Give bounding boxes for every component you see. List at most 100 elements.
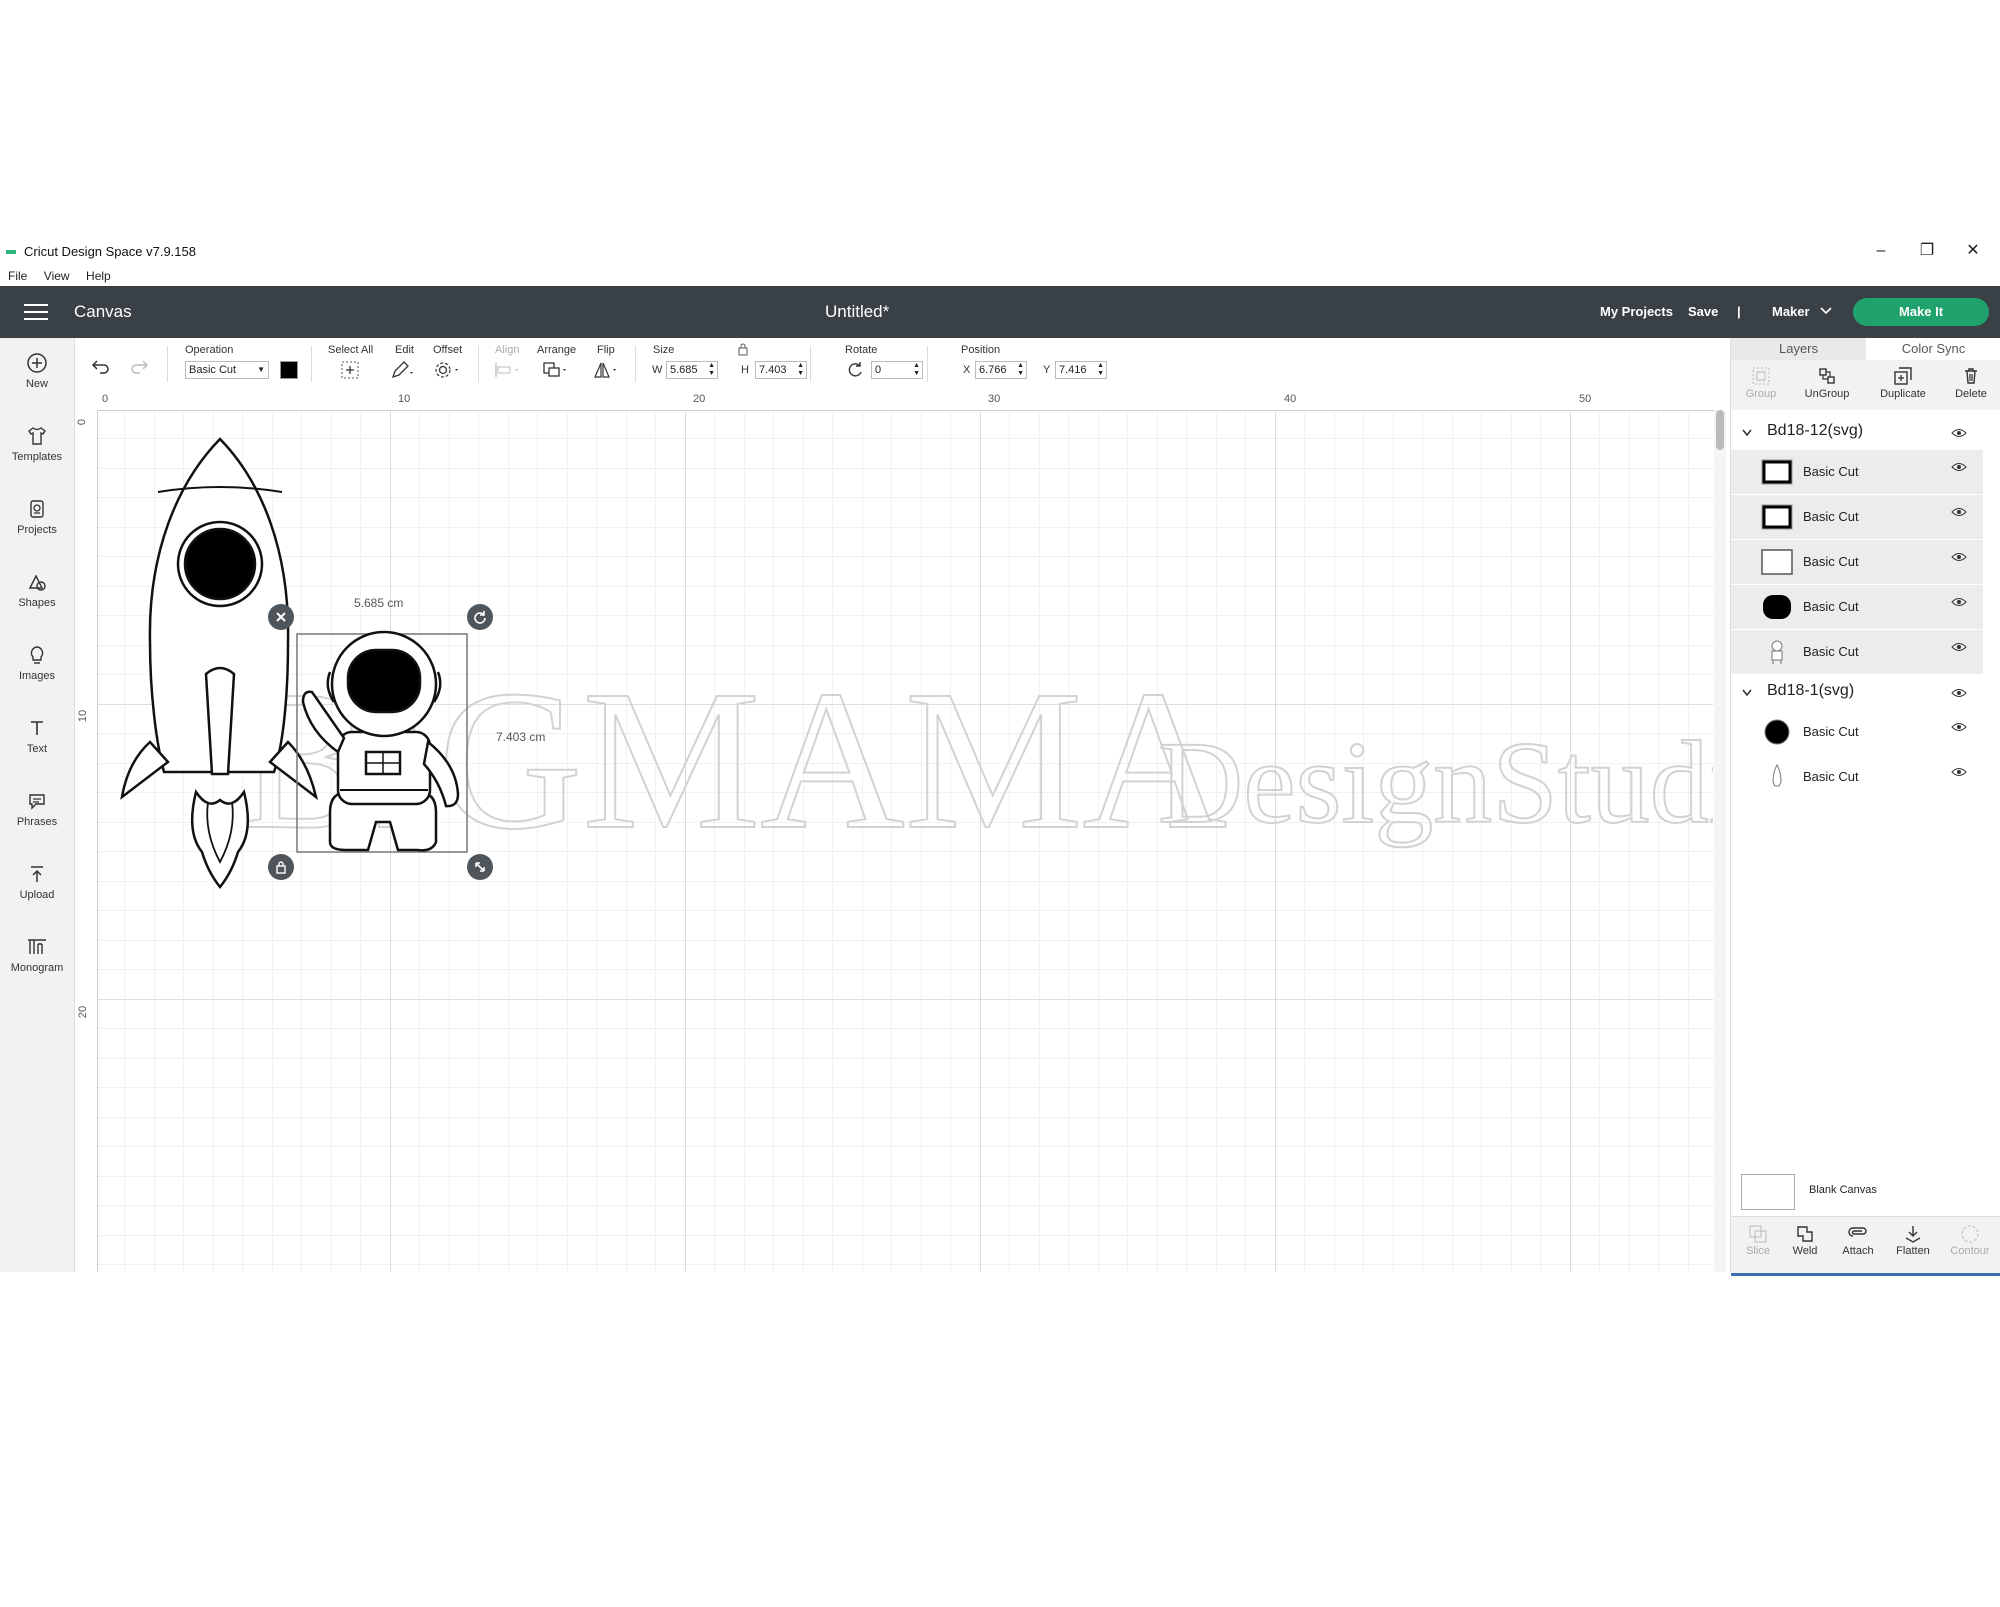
menu-file[interactable]: File [8,269,27,283]
offset-icon[interactable] [433,360,463,380]
sidebar-item-upload[interactable]: Upload [0,861,74,901]
layer-row[interactable]: Basic Cut [1731,450,1983,495]
sidebar-item-templates[interactable]: Templates [0,423,74,463]
left-sidebar: New Templates Projects Shapes Images Tex… [0,338,75,1272]
lock-icon[interactable] [737,342,749,356]
height-input[interactable]: 7.403 ▲ ▼ [755,361,807,379]
layer-group[interactable]: Bd18-12(svg) [1731,416,1981,450]
layer-row[interactable]: Basic Cut [1731,755,1983,800]
ruler-top: 0 10 20 30 40 50 [98,390,1718,411]
sidebar-item-projects[interactable]: Projects [0,496,74,536]
my-projects-button[interactable]: My Projects [1600,304,1673,319]
layer-row[interactable]: Basic Cut [1731,585,1983,630]
layer-row[interactable]: Basic Cut [1731,630,1983,675]
select-all-icon[interactable] [340,360,360,380]
slice-label: Slice [1746,1245,1770,1257]
machine-label: Maker [1772,304,1810,319]
weld-button[interactable]: Weld [1778,1223,1832,1257]
edit-label: Edit [395,344,414,356]
eye-icon[interactable] [1951,552,1967,562]
save-button[interactable]: Save [1688,304,1718,319]
tab-layers[interactable]: Layers [1731,338,1866,360]
restore-button[interactable]: ❐ [1904,236,1950,266]
operation-color-swatch[interactable] [280,361,298,379]
sidebar-item-label: Templates [11,451,63,463]
group-button[interactable]: Group [1731,364,1791,400]
operation-select[interactable]: Basic Cut ▼ [185,361,269,379]
app-header: Canvas Untitled* My Projects Save | Make… [0,286,2000,338]
eye-icon[interactable] [1951,722,1967,732]
layer-row[interactable]: Basic Cut [1731,495,1983,540]
width-input[interactable]: 5.685 ▲ ▼ [666,361,718,379]
y-position-input[interactable]: 7.416 ▲ ▼ [1055,361,1107,379]
pencil-icon[interactable] [390,360,416,380]
rotate-label: Rotate [845,344,878,356]
tab-color-sync[interactable]: Color Sync [1866,338,2000,360]
rotate-handle[interactable] [467,604,493,630]
layer-thumbnail [1761,549,1793,575]
sidebar-item-monogram[interactable]: Monogram [0,934,74,974]
width-value: 5.685 [670,364,698,376]
canvas-scrollbar[interactable] [1714,410,1726,1272]
hamburger-menu-icon[interactable] [24,304,48,320]
canvas-grid: BIGMAMA DesignStudio [98,412,1713,1272]
scrollbar-thumb[interactable] [1716,410,1724,450]
make-it-button[interactable]: Make It [1853,298,1989,326]
contour-icon [1943,1223,1997,1245]
align-label: Align [495,344,520,356]
resize-handle[interactable] [467,854,493,880]
x-position-input[interactable]: 6.766 ▲ ▼ [975,361,1027,379]
delete-button[interactable]: Delete [1941,364,2000,400]
lock-handle[interactable] [268,854,294,880]
sidebar-item-images[interactable]: Images [0,642,74,682]
sidebar-item-label: Images [18,670,56,682]
eye-icon[interactable] [1951,767,1967,777]
layer-thumbnail [1771,640,1783,664]
eye-icon[interactable] [1951,597,1967,607]
eye-icon[interactable] [1951,688,1967,698]
contour-button[interactable]: Contour [1943,1223,1997,1257]
menu-help[interactable]: Help [86,269,111,283]
group-label: Group [1745,388,1777,400]
layer-group[interactable]: Bd18-1(svg) [1731,676,1981,710]
duplicate-button[interactable]: Duplicate [1873,364,1933,400]
blank-canvas-swatch[interactable] [1741,1174,1795,1210]
flatten-button[interactable]: Flatten [1886,1223,1940,1257]
attach-label: Attach [1842,1245,1874,1257]
eye-icon[interactable] [1951,507,1967,517]
redo-icon[interactable] [129,358,149,374]
sidebar-item-shapes[interactable]: Shapes [0,569,74,609]
slice-button[interactable]: Slice [1731,1223,1785,1257]
align-icon[interactable] [493,360,523,380]
machine-select[interactable]: Maker [1772,304,1833,319]
ungroup-button[interactable]: UnGroup [1797,364,1857,400]
layer-actions: Group UnGroup Duplicate Delete [1731,360,2000,410]
close-window-button[interactable]: ✕ [1950,236,1996,266]
sidebar-item-new[interactable]: New [0,350,74,390]
delete-handle[interactable] [268,604,294,630]
attach-button[interactable]: Attach [1831,1223,1885,1257]
bottom-tools: Slice Weld Attach Flatten Contour [1731,1216,2000,1276]
eye-icon[interactable] [1951,428,1967,438]
chevron-down-icon[interactable] [1741,688,1753,698]
chevron-down-icon[interactable] [1741,428,1753,438]
height-value: 7.403 [759,364,787,376]
menu-view[interactable]: View [44,269,70,283]
y-position-value: 7.416 [1059,364,1087,376]
layer-row[interactable]: Basic Cut [1731,540,1983,585]
eye-icon[interactable] [1951,462,1967,472]
eye-icon[interactable] [1951,642,1967,652]
rotate-input[interactable]: 0 ▲ ▼ [871,361,923,379]
layer-row[interactable]: Basic Cut [1731,710,1983,755]
flip-icon[interactable] [591,360,621,380]
document-title: Untitled* [825,302,890,321]
sidebar-item-phrases[interactable]: Phrases [0,788,74,828]
speech-bubble-icon [24,788,50,814]
sidebar-item-text[interactable]: Text [0,715,74,755]
layer-label: Basic Cut [1803,509,1859,524]
blank-canvas-row[interactable]: Blank Canvas [1741,1172,1991,1212]
arrange-icon[interactable] [541,360,571,380]
undo-icon[interactable] [91,358,111,374]
minimize-button[interactable]: – [1858,236,1904,266]
layer-label: Basic Cut [1803,769,1859,784]
